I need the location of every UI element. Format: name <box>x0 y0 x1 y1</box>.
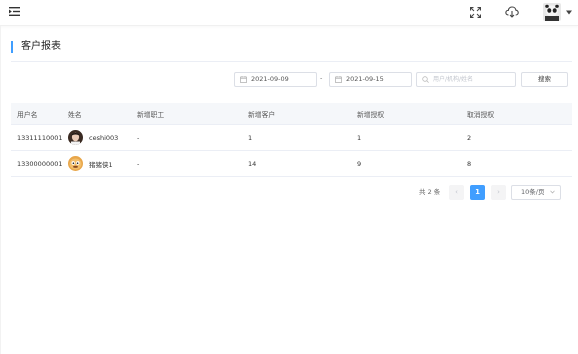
search-button[interactable]: 搜索 <box>521 72 568 87</box>
report-table: 用户名 姓名 新增职工 新增客户 新增授权 取消授权 13311110001 c… <box>11 103 572 177</box>
column-header-name[interactable]: 姓名 <box>68 103 82 124</box>
cell-name-text: 猪猪侠1 <box>89 160 113 169</box>
table-row[interactable]: 13311110001 ceshi003 - 1 1 2 <box>11 125 572 151</box>
column-header-new-staff[interactable]: 新增职工 <box>137 103 164 124</box>
column-header-new-auth[interactable]: 新增授权 <box>357 103 384 124</box>
user-avatar[interactable] <box>543 3 561 21</box>
pagination-total: 共 2 条 <box>419 188 441 196</box>
end-date-picker[interactable]: 2021-09-15 <box>329 72 412 87</box>
cell-new-staff: - <box>137 159 140 168</box>
cell-username: 13311110001 <box>17 133 63 142</box>
table-header: 用户名 姓名 新增职工 新增客户 新增授权 取消授权 <box>11 103 572 125</box>
cell-name: ceshi003 <box>68 125 118 150</box>
page-size-value: 10条/页 <box>521 188 545 196</box>
cloud-download-icon[interactable] <box>505 6 519 18</box>
fullscreen-icon[interactable] <box>470 7 481 18</box>
search-field <box>416 72 516 87</box>
sidebar-edge <box>0 26 1 354</box>
column-header-username[interactable]: 用户名 <box>17 103 37 124</box>
cell-cancel-auth: 2 <box>467 133 472 142</box>
cell-new-customers: 1 <box>248 133 253 142</box>
column-header-new-customers[interactable]: 新增客户 <box>248 103 275 124</box>
pagination-next-button[interactable]: › <box>491 185 506 200</box>
column-header-cancel-auth[interactable]: 取消授权 <box>467 103 494 124</box>
cell-new-auth: 9 <box>357 159 362 168</box>
page-title: 客户报表 <box>21 41 61 52</box>
cell-name: 猪猪侠1 <box>68 151 113 176</box>
search-icon <box>422 76 429 83</box>
row-avatar <box>68 130 83 145</box>
chevron-down-icon <box>550 190 555 194</box>
pagination-page-1[interactable]: 1 <box>470 185 485 200</box>
cell-name-text: ceshi003 <box>89 133 119 142</box>
date-range-separator: - <box>320 74 323 82</box>
cell-cancel-auth: 8 <box>467 159 472 168</box>
cell-username: 13300000001 <box>17 159 63 168</box>
end-date-value: 2021-09-15 <box>346 75 384 83</box>
cell-new-staff: - <box>137 133 140 142</box>
title-divider <box>11 61 572 62</box>
cell-new-auth: 1 <box>357 133 362 142</box>
start-date-picker[interactable]: 2021-09-09 <box>234 72 317 87</box>
pagination-prev-button[interactable]: ‹ <box>449 185 464 200</box>
page-size-select[interactable]: 10条/页 <box>511 185 561 200</box>
search-input[interactable] <box>433 73 511 86</box>
row-avatar <box>68 156 83 171</box>
start-date-value: 2021-09-09 <box>251 75 289 83</box>
top-header <box>0 0 578 26</box>
menu-fold-icon[interactable] <box>9 6 20 17</box>
calendar-icon <box>335 76 342 83</box>
caret-down-icon[interactable] <box>566 10 572 15</box>
cell-new-customers: 14 <box>248 159 257 168</box>
title-accent-bar <box>11 41 13 53</box>
calendar-icon <box>240 76 247 83</box>
table-row[interactable]: 13300000001 猪猪侠1 - 14 9 8 <box>11 151 572 177</box>
